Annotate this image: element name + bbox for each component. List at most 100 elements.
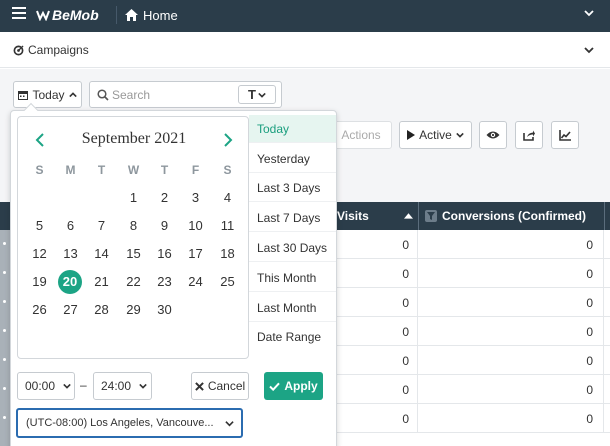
calendar-day[interactable]: 6 [55,214,86,238]
calendar-day[interactable]: 16 [149,242,180,266]
row-select-strip [0,230,10,446]
chevron-down-icon [225,420,234,426]
visits-cell: 0 [402,383,409,397]
calendar-day[interactable]: 19 [24,270,55,294]
calendar-day[interactable]: 10 [180,214,211,238]
calendar-day[interactable]: 21 [86,270,117,294]
calendar-day[interactable]: 2 [149,186,180,210]
calendar-day[interactable]: 18 [212,242,243,266]
actions-button[interactable]: Actions [330,121,392,149]
calendar-icon [18,90,29,100]
conversions-cell: 0 [586,354,593,368]
calendar-day-selected[interactable]: 20 [58,270,82,294]
actions-label: Actions [341,128,381,142]
column-header-next [604,202,610,230]
chevron-down-icon [258,92,266,98]
time-from-select[interactable]: 00:00 [17,372,75,400]
range-today[interactable]: Today [249,115,336,143]
calendar-day[interactable]: 17 [180,242,211,266]
chevron-up-icon [68,91,77,97]
conversions-cell: 0 [586,267,593,281]
calendar-day[interactable]: 3 [180,186,211,210]
weekday-label: M [65,163,76,177]
status-filter-button[interactable]: Active [399,121,472,149]
text-filter-button[interactable]: T [238,85,276,104]
range-last-3-days[interactable]: Last 3 Days [249,174,336,202]
home-icon [125,9,138,21]
calendar-day[interactable]: 26 [24,298,55,322]
weekday-label: W [127,163,140,177]
weekday-label: T [97,163,106,177]
search-icon [97,89,109,101]
calendar-day[interactable]: 11 [212,214,243,238]
calendar-day[interactable]: 24 [180,270,211,294]
range-date-range[interactable]: Date Range [249,323,336,351]
weekday-label: S [35,163,44,177]
calendar-day[interactable]: 28 [86,298,117,322]
date-filter-button[interactable]: Today [13,81,82,108]
calendar-day[interactable]: 1 [118,186,149,210]
calendar-day[interactable]: 25 [212,270,243,294]
chevron-down-icon[interactable] [584,45,594,55]
close-icon [195,381,204,391]
range-this-month[interactable]: This Month [249,264,336,292]
chevron-down-icon[interactable] [584,8,594,18]
calendar-day[interactable]: 5 [24,214,55,238]
calendar-day[interactable]: 15 [118,242,149,266]
time-to-value: 24:00 [101,379,132,393]
range-last-30-days[interactable]: Last 30 Days [249,234,336,262]
calendar-day[interactable]: 23 [149,270,180,294]
calendar-day[interactable]: 13 [55,242,86,266]
export-button[interactable] [515,121,543,149]
month-title: September 2021 [81,130,187,147]
sort-ascending-icon[interactable] [404,212,413,219]
filter-icon[interactable] [425,210,437,222]
columns-visibility-button[interactable] [479,121,507,149]
chevron-down-icon [63,383,71,389]
calendar-day[interactable]: 27 [55,298,86,322]
calendar-day[interactable]: 30 [149,298,180,322]
text-filter-glyph: T [248,87,256,102]
brand-logo[interactable]: BeMob [36,7,99,23]
calendar-day[interactable]: 4 [212,186,243,210]
campaigns-tab[interactable]: Campaigns [13,43,89,57]
campaign-icon [13,44,24,55]
visits-cell: 0 [402,267,409,281]
date-filter-label: Today [32,87,65,102]
calendar-day[interactable]: 7 [86,214,117,238]
chart-button[interactable] [551,121,579,149]
range-last-7-days[interactable]: Last 7 Days [249,204,336,232]
campaigns-title: Campaigns [28,43,89,57]
chevron-down-icon [456,132,464,138]
calendar-day[interactable]: 14 [86,242,117,266]
line-chart-icon [559,129,571,141]
home-link[interactable]: Home [116,6,178,24]
apply-button[interactable]: Apply [264,372,323,400]
column-header-conversions[interactable]: Conversions (Confirmed) [418,202,604,230]
range-last-month[interactable]: Last Month [249,294,336,322]
visits-cell: 0 [402,325,409,339]
top-navbar: BeMob Home [0,0,610,32]
chevron-right-icon[interactable] [222,133,234,147]
visits-cell: 0 [402,412,409,426]
timezone-select[interactable]: (UTC-08:00) Los Angeles, Vancouve... [16,408,243,438]
calendar-day[interactable]: 29 [118,298,149,322]
home-label: Home [143,7,178,23]
time-to-select[interactable]: 24:00 [93,372,152,400]
conversions-cell: 0 [586,296,593,310]
bemob-logo-icon [36,10,50,21]
eye-icon [486,131,500,139]
weekday-label: F [191,163,200,177]
calendar-day[interactable]: 22 [118,270,149,294]
cancel-button[interactable]: Cancel [191,372,249,400]
search-input[interactable] [112,86,232,104]
calendar-day[interactable]: 9 [149,214,180,238]
chevron-down-icon [139,383,147,389]
range-yesterday[interactable]: Yesterday [249,145,336,173]
calendar-day[interactable]: 12 [24,242,55,266]
brand-name: BeMob [52,7,99,23]
time-separator: – [80,378,87,392]
play-icon [407,130,416,140]
menu-icon[interactable] [12,7,26,21]
calendar-day[interactable]: 8 [118,214,149,238]
